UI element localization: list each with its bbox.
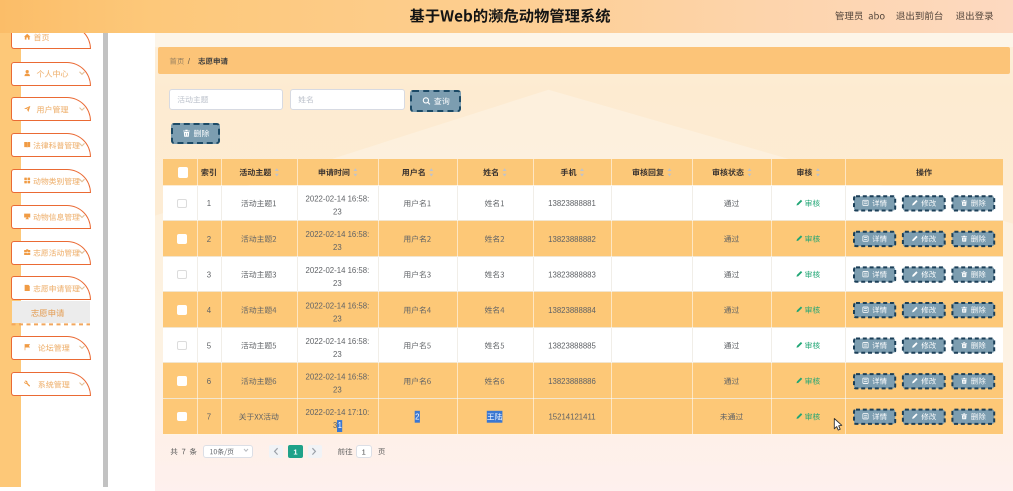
svg-text:13823888883: 13823888883 <box>548 270 596 279</box>
svg-text:2022-02-14 16:58:: 2022-02-14 16:58: <box>306 301 370 310</box>
svg-text:3: 3 <box>207 270 211 279</box>
svg-text:4: 4 <box>207 306 212 315</box>
svg-text:23: 23 <box>333 243 342 252</box>
svg-text:23: 23 <box>333 350 342 359</box>
svg-text:2022-02-14 16:58:: 2022-02-14 16:58: <box>306 337 370 346</box>
svg-text:13823888881: 13823888881 <box>548 199 596 208</box>
svg-text:13823888882: 13823888882 <box>548 235 596 244</box>
svg-text:23: 23 <box>333 314 342 323</box>
svg-text:5: 5 <box>207 341 212 350</box>
svg-text:2022-02-14 16:58:: 2022-02-14 16:58: <box>306 372 370 381</box>
svg-text:13823888885: 13823888885 <box>548 341 596 350</box>
svg-text:2: 2 <box>207 235 211 244</box>
svg-text:2: 2 <box>415 413 419 422</box>
svg-text:2022-02-14 16:58:: 2022-02-14 16:58: <box>306 230 370 239</box>
svg-text:2022-02-14 16:58:: 2022-02-14 16:58: <box>306 195 370 204</box>
svg-text:/: / <box>188 57 191 66</box>
svg-text:2022-02-14 16:58:: 2022-02-14 16:58: <box>306 266 370 275</box>
svg-text:13823888886: 13823888886 <box>548 377 596 386</box>
svg-text:23: 23 <box>333 208 342 217</box>
svg-text:13823888884: 13823888884 <box>548 306 596 315</box>
svg-text:7: 7 <box>207 413 211 422</box>
svg-text:6: 6 <box>207 377 211 386</box>
svg-text:23: 23 <box>333 279 342 288</box>
svg-text:2022-02-14 17:10:: 2022-02-14 17:10: <box>306 408 370 417</box>
svg-text:1: 1 <box>207 199 211 208</box>
svg-text:1: 1 <box>362 447 366 456</box>
svg-text:15214121411: 15214121411 <box>548 413 595 422</box>
svg-text:1: 1 <box>293 447 297 456</box>
svg-text:23: 23 <box>333 385 342 394</box>
svg-text:1: 1 <box>338 421 342 430</box>
